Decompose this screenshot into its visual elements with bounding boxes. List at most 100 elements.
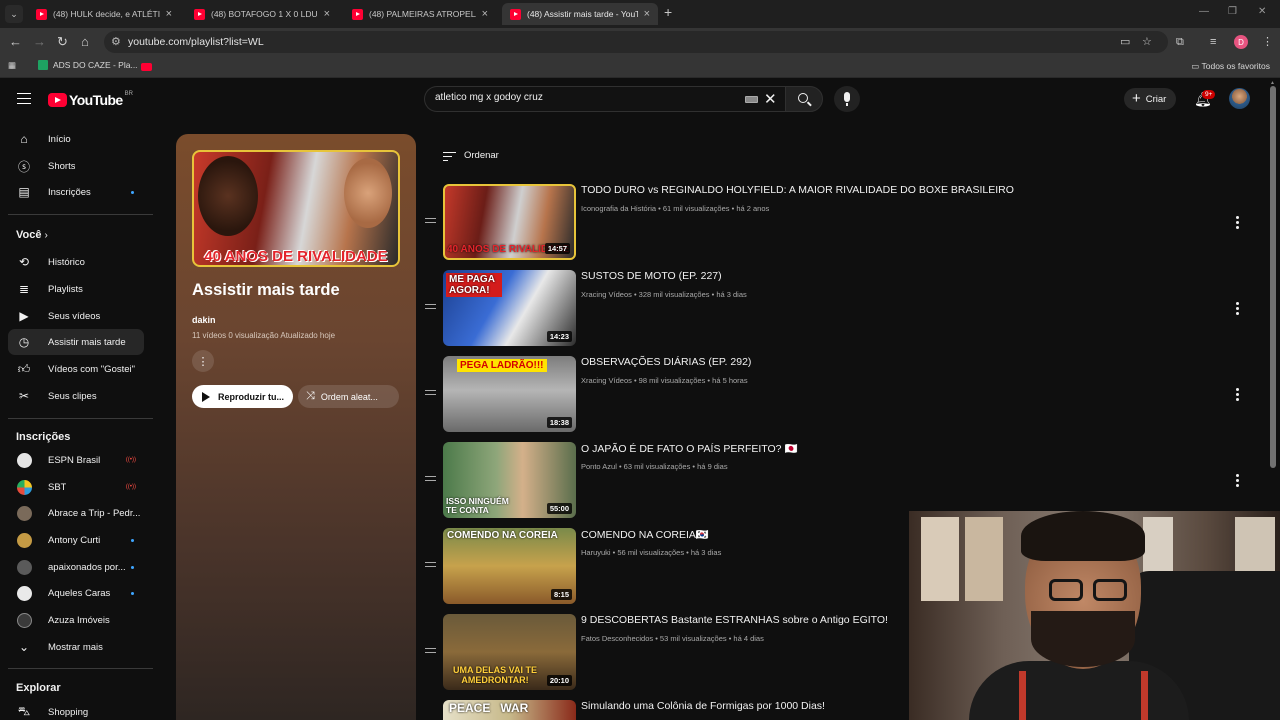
drag-handle-icon[interactable] [425,648,436,653]
play-all-button[interactable]: Reproduzir tu... [192,385,293,408]
guide-menu-icon[interactable] [17,93,31,104]
sidebar-channel-antony-curti[interactable]: Antony Curti [8,527,144,553]
browser-tab-active[interactable]: (48) Assistir mais tarde - YouTub × [502,3,658,25]
sidebar-channel-abrace-a-trip[interactable]: Abrace a Trip - Pedr... [8,500,144,526]
sidebar-item-playlists[interactable]: ≣ Playlists [8,276,144,302]
youtube-play-icon [48,93,67,107]
video-metadata: Fatos Desconhecidos • 53 mil visualizaçõ… [581,634,764,643]
video-menu-icon[interactable] [1236,216,1240,231]
sidebar-item-subscriptions[interactable]: ▤ Inscrições [8,179,144,205]
sort-button[interactable]: Ordenar [443,150,499,161]
drag-handle-icon[interactable] [425,304,436,309]
video-menu-icon[interactable] [1236,474,1240,489]
sidebar-item-liked-videos[interactable]: 👍︎ Vídeos com "Gostei" [8,356,144,382]
browser-tab-3[interactable]: (48) PALMEIRAS ATROPELA O L × [344,3,496,25]
extensions-icon[interactable]: ⧉ [1176,34,1184,50]
clear-search-icon[interactable]: ✕ [764,90,777,108]
sidebar-item-label: Abrace a Trip - Pedr... [48,507,140,519]
close-tab-icon[interactable]: × [644,8,650,20]
forward-icon[interactable]: → [33,34,46,50]
playlist-owner[interactable]: dakin [192,315,216,325]
video-menu-icon[interactable] [1236,302,1240,317]
video-thumbnail[interactable]: UMA DELAS VAI TE AMEDRONTAR! 20:10 [443,614,576,690]
cast-icon[interactable]: ▭ [1120,35,1130,48]
plus-icon: + [1132,90,1141,107]
video-title[interactable]: OBSERVAÇÕES DIÁRIAS (EP. 292) [581,356,751,368]
shuffle-button[interactable]: ⤨ Ordem aleat... [298,385,399,408]
sidebar-item-clips[interactable]: ✂ Seus clipes [8,383,144,409]
video-menu-icon[interactable] [1236,388,1240,403]
browser-profile-avatar[interactable]: D [1234,35,1248,49]
close-tab-icon[interactable]: × [482,8,488,20]
video-thumbnail[interactable]: PEACE WAR [443,700,576,720]
video-title[interactable]: O JAPÃO É DE FATO O PAÍS PERFEITO? 🇯🇵 [581,442,798,455]
youtube-logo[interactable]: YouTube BR [48,91,133,108]
video-thumbnail[interactable]: 40 ANOS DE RIVALIDADE 14:57 [443,184,576,260]
video-title[interactable]: TODO DURO vs REGINALDO HOLYFIELD: A MAIO… [581,184,1014,196]
drag-handle-icon[interactable] [425,390,436,395]
search-input[interactable] [435,92,735,103]
sidebar-item-history[interactable]: ⟲ Histórico [8,249,144,275]
maximize-icon[interactable]: ❐ [1228,6,1237,17]
sidebar-channel-sbt[interactable]: SBT ((•)) [8,474,144,500]
sidebar-channel-aqueles-caras[interactable]: Aqueles Caras [8,580,144,606]
reading-list-icon[interactable]: ≡ [1210,34,1216,50]
sidebar-item-shopping[interactable]: ⛍ Shopping [8,699,144,720]
sidebar-channel-azuza-imoveis[interactable]: Azuza Imóveis [8,607,144,633]
video-thumbnail[interactable]: COMENDO NA COREIA 8:15 [443,528,576,604]
sidebar-channel-apaixonados[interactable]: apaixonados por... [8,554,144,580]
playlist-video-row[interactable]: 40 ANOS DE RIVALIDADE 14:57 TODO DURO vs… [420,184,1260,264]
video-thumbnail[interactable]: PEGA LADRÃO!!! 18:38 [443,356,576,432]
create-button[interactable]: + Criar [1124,88,1177,110]
close-tab-icon[interactable]: × [324,8,330,20]
reload-icon[interactable]: ↻ [57,34,68,50]
apps-grid-icon[interactable]: ▦ [8,60,16,71]
sidebar-item-your-videos[interactable]: ▶ Seus vídeos [8,303,144,329]
tab-search-button[interactable]: ⌄ [5,5,23,23]
playlist-video-row[interactable]: ME PAGA AGORA! 14:23 SUSTOS DE MOTO (EP.… [420,270,1260,350]
playlist-more-icon[interactable]: ⋮ [192,350,214,372]
account-avatar[interactable] [1229,88,1250,109]
you-section-header[interactable]: Você › [16,229,48,241]
sidebar-item-shorts[interactable]: ⓢ Shorts [8,153,144,179]
video-title[interactable]: Simulando uma Colônia de Formigas por 10… [581,700,825,712]
bookmark-sheet[interactable]: ADS DO CAZE - Pla... [38,60,138,70]
all-bookmarks[interactable]: ▭ Todos os favoritos [1191,61,1270,72]
sidebar-item-watch-later[interactable]: ◷ Assistir mais tarde [8,329,144,355]
voice-search-button[interactable] [834,86,860,112]
bookmark-star-icon[interactable]: ☆ [1142,35,1152,48]
browser-tab-1[interactable]: (48) HULK decide, e ATLÉTICO-M × [28,3,180,25]
bookmark-youtube[interactable] [141,63,152,71]
search-button[interactable] [785,86,823,112]
browser-menu-icon[interactable]: ⋮ [1262,34,1273,50]
home-browser-icon[interactable]: ⌂ [81,34,89,50]
site-info-icon[interactable]: ⚙ [111,35,121,48]
video-thumbnail[interactable]: ME PAGA AGORA! 14:23 [443,270,576,346]
browser-tab-2[interactable]: (48) BOTAFOGO 1 X 0 LDU - CO × [186,3,338,25]
sidebar-channel-espn-brasil[interactable]: ESPN Brasil ((•)) [8,447,144,473]
channel-avatar [17,505,32,521]
keyboard-icon[interactable] [745,96,758,103]
drag-handle-icon[interactable] [425,476,436,481]
video-title[interactable]: SUSTOS DE MOTO (EP. 227) [581,270,722,282]
video-title[interactable]: COMENDO NA COREIA🇰🇷 [581,528,709,541]
minimize-icon[interactable]: — [1199,6,1209,17]
address-bar[interactable]: ⚙ youtube.com/playlist?list=WL ▭ ☆ [104,31,1168,53]
shopping-icon: ⛍ [17,704,31,718]
drag-handle-icon[interactable] [425,562,436,567]
back-icon[interactable]: ← [9,34,22,50]
playlist-video-row[interactable]: PEGA LADRÃO!!! 18:38 OBSERVAÇÕES DIÁRIAS… [420,356,1260,436]
close-tab-icon[interactable]: × [166,8,172,20]
sidebar-show-more[interactable]: ⌄ Mostrar mais [8,634,144,660]
url-text[interactable]: youtube.com/playlist?list=WL [128,36,264,48]
drag-handle-icon[interactable] [425,218,436,223]
new-tab-icon[interactable]: + [664,4,672,20]
page-scrollbar[interactable] [1270,86,1276,468]
playlist-thumbnail[interactable]: 40 ANOS DE RIVALIDADE [192,150,400,267]
playlist-video-row[interactable]: ISSO NINGUÉM TE CONTA 55:00 O JAPÃO É DE… [420,442,1260,522]
sidebar-item-home[interactable]: ⌂ Início [8,126,144,152]
video-thumbnail[interactable]: ISSO NINGUÉM TE CONTA 55:00 [443,442,576,518]
video-title[interactable]: 9 DESCOBERTAS Bastante ESTRANHAS sobre o… [581,614,888,626]
country-code: BR [124,91,133,97]
close-window-icon[interactable]: ✕ [1258,6,1266,17]
